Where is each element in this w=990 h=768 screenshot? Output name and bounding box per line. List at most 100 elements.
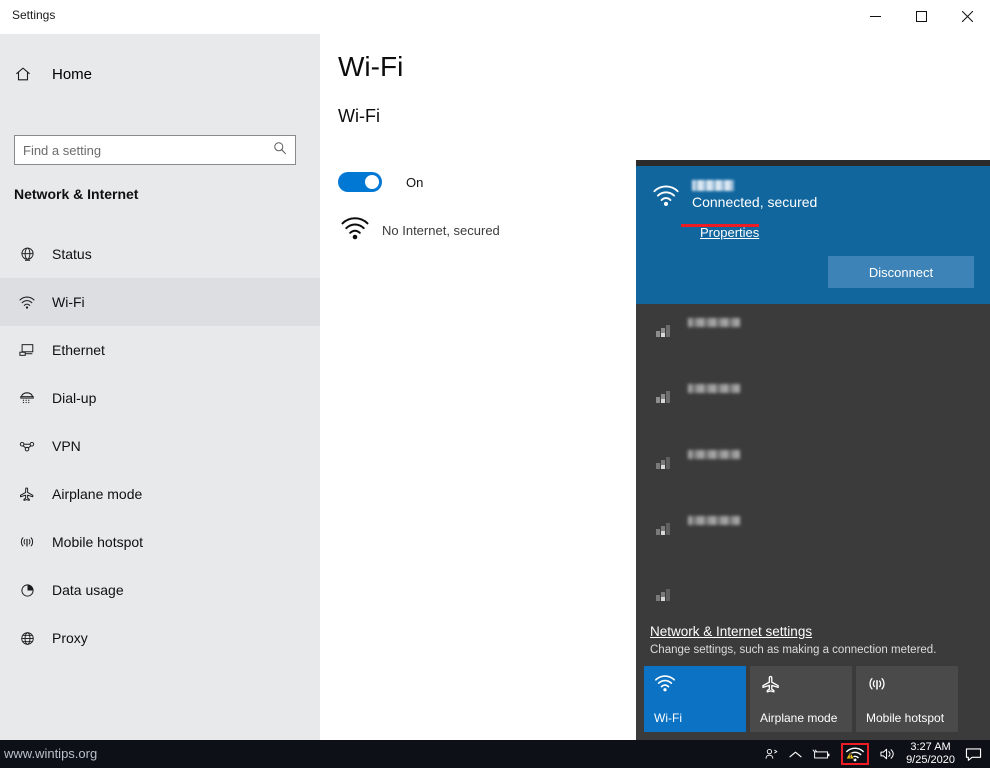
connected-ssid-redacted xyxy=(692,180,734,191)
tile-wifi[interactable]: Wi-Fi xyxy=(644,666,746,732)
sidebar-item-status-label: Status xyxy=(52,246,92,262)
airplane-icon xyxy=(760,674,782,699)
sidebar-nav-list: Status Wi-Fi Ethernet Dial-up VPN Airpla… xyxy=(0,230,320,662)
sidebar-section-title: Network & Internet xyxy=(14,186,139,202)
dialup-icon xyxy=(14,390,40,406)
wifi-icon xyxy=(340,216,370,246)
connected-network-card[interactable]: Connected, secured Properties Disconnect xyxy=(636,166,990,304)
properties-link[interactable]: Properties xyxy=(700,225,759,240)
network-entry-text: No Internet, secured xyxy=(382,222,500,240)
wifi-bars-icon xyxy=(654,520,674,543)
action-center-icon[interactable] xyxy=(965,747,982,762)
title-bar: Settings xyxy=(0,0,990,34)
sidebar-item-wifi-label: Wi-Fi xyxy=(52,294,85,310)
disconnect-row: Disconnect xyxy=(652,242,974,288)
sidebar-item-mobile-hotspot[interactable]: Mobile hotspot xyxy=(0,518,320,566)
list-item[interactable] xyxy=(636,304,990,370)
network-status-redacted xyxy=(688,384,740,393)
clock-time: 3:27 AM xyxy=(910,741,951,753)
toggle-knob xyxy=(365,175,379,189)
hotspot-icon xyxy=(14,534,40,550)
connected-status: Connected, secured xyxy=(692,194,818,210)
tile-wifi-label: Wi-Fi xyxy=(654,711,682,725)
network-status-redacted xyxy=(688,318,740,327)
connected-network-entry[interactable]: No Internet, secured xyxy=(340,216,500,246)
wifi-bars-icon xyxy=(654,586,674,609)
battery-icon[interactable] xyxy=(812,748,831,761)
minimize-button[interactable] xyxy=(852,0,898,32)
list-item[interactable] xyxy=(636,436,990,502)
tile-airplane-mode-label: Airplane mode xyxy=(760,711,838,725)
list-item-meta xyxy=(688,516,740,525)
quick-action-tiles: Wi-Fi Airplane mode Mobile hotspot xyxy=(636,666,990,740)
window-title: Settings xyxy=(12,8,56,22)
sidebar-item-proxy[interactable]: Proxy xyxy=(0,614,320,662)
window-controls xyxy=(852,0,990,32)
sidebar-item-data-usage[interactable]: Data usage xyxy=(0,566,320,614)
sidebar-item-status[interactable]: Status xyxy=(0,230,320,278)
wifi-toggle-state: On xyxy=(406,174,424,190)
tile-airplane-mode[interactable]: Airplane mode xyxy=(750,666,852,732)
network-status: No Internet, secured xyxy=(382,223,500,238)
wifi-bars-icon xyxy=(654,322,674,345)
clock-date: 9/25/2020 xyxy=(906,754,955,766)
home-icon xyxy=(14,65,44,83)
sidebar: Home Network & Internet Status xyxy=(0,34,320,740)
tile-mobile-hotspot-label: Mobile hotspot xyxy=(866,711,945,725)
system-tray: 3:27 AM 9/25/2020 xyxy=(764,740,982,768)
screen: Settings Home Find a setting Network & I… xyxy=(0,0,990,768)
connected-row: Connected, secured xyxy=(652,180,974,213)
clock[interactable]: 3:27 AM 9/25/2020 xyxy=(906,741,955,767)
search-icon xyxy=(273,141,287,160)
list-item[interactable] xyxy=(636,502,990,568)
globe-icon xyxy=(14,246,40,263)
page-title: Wi-Fi xyxy=(338,51,404,82)
sidebar-item-ethernet-label: Ethernet xyxy=(52,342,105,358)
list-item-meta xyxy=(688,318,740,327)
search-input[interactable] xyxy=(23,142,273,158)
sidebar-item-home[interactable]: Home xyxy=(0,54,320,94)
connected-meta: Connected, secured xyxy=(692,180,817,212)
people-icon[interactable] xyxy=(764,747,779,762)
network-internet-settings-link[interactable]: Network & Internet settings xyxy=(636,618,828,639)
tile-mobile-hotspot[interactable]: Mobile hotspot xyxy=(856,666,958,732)
network-status-redacted xyxy=(688,450,740,459)
sidebar-item-home-label: Home xyxy=(52,65,93,83)
wifi-toggle[interactable] xyxy=(338,172,382,192)
wifi-icon xyxy=(654,674,676,698)
speaker-icon[interactable] xyxy=(879,747,896,761)
globe-icon xyxy=(14,630,40,647)
network-internet-settings-description: Change settings, such as making a connec… xyxy=(650,644,937,656)
vpn-icon xyxy=(14,438,40,454)
sidebar-item-dialup[interactable]: Dial-up xyxy=(0,374,320,422)
sidebar-item-data-usage-label: Data usage xyxy=(52,582,124,598)
network-status-redacted xyxy=(688,516,740,525)
sidebar-item-vpn-label: VPN xyxy=(52,438,81,454)
sidebar-item-airplane-mode-label: Airplane mode xyxy=(52,486,143,502)
pie-chart-icon xyxy=(14,582,40,599)
sidebar-item-vpn[interactable]: VPN xyxy=(0,422,320,470)
wifi-section-label: Wi-Fi xyxy=(338,106,380,126)
maximize-button[interactable] xyxy=(898,0,944,32)
search-box[interactable] xyxy=(14,135,296,165)
chevron-up-icon[interactable] xyxy=(789,750,802,759)
sidebar-item-ethernet[interactable]: Ethernet xyxy=(0,326,320,374)
available-networks-list xyxy=(636,304,990,634)
list-item-meta xyxy=(688,450,740,459)
ethernet-icon xyxy=(14,342,40,358)
wifi-warning-icon[interactable] xyxy=(841,743,870,765)
sidebar-item-wifi[interactable]: Wi-Fi xyxy=(0,278,320,326)
sidebar-item-mobile-hotspot-label: Mobile hotspot xyxy=(52,534,144,550)
wifi-bars-icon xyxy=(654,388,674,411)
sidebar-item-proxy-label: Proxy xyxy=(52,630,88,646)
wifi-bars-icon xyxy=(654,454,674,477)
list-item[interactable] xyxy=(636,370,990,436)
hotspot-icon xyxy=(866,674,888,699)
sidebar-item-airplane-mode[interactable]: Airplane mode xyxy=(0,470,320,518)
close-button[interactable] xyxy=(944,0,990,32)
sidebar-item-dialup-label: Dial-up xyxy=(52,390,97,406)
wifi-toggle-row: On xyxy=(338,172,423,192)
disconnect-button[interactable]: Disconnect xyxy=(828,256,974,288)
airplane-icon xyxy=(14,486,40,502)
annotation-underline xyxy=(681,224,759,227)
